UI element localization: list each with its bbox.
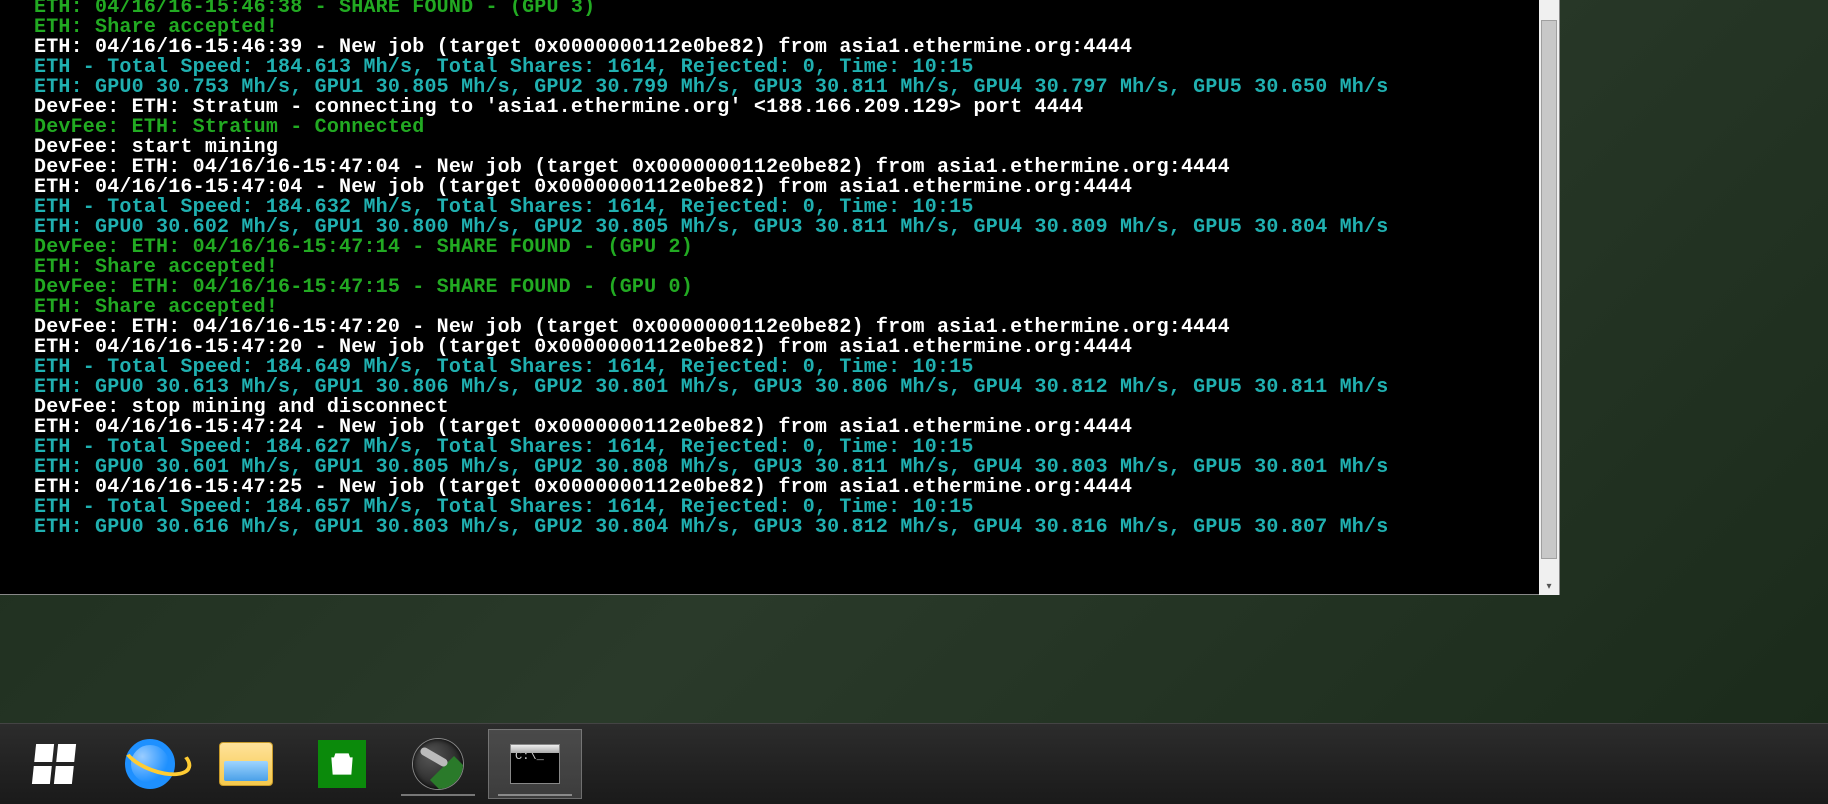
terminal-line: ETH - Total Speed: 184.632 Mh/s, Total S… [34,198,1537,218]
folder-icon [219,742,273,786]
ie-button[interactable] [104,730,196,798]
globe-arrow-icon [413,739,463,789]
store-icon [318,740,366,788]
desktop-gap [0,595,1828,723]
store-button[interactable] [296,730,388,798]
terminal-line: ETH: 04/16/16-15:47:04 - New job (target… [34,178,1537,198]
explorer-button[interactable] [200,730,292,798]
terminal-line: ETH: GPU0 30.616 Mh/s, GPU1 30.803 Mh/s,… [34,518,1537,538]
terminal-line: ETH: GPU0 30.602 Mh/s, GPU1 30.800 Mh/s,… [34,218,1537,238]
start-button[interactable] [8,730,100,798]
terminal-output[interactable]: ETH: 04/16/16-15:46:38 - SHARE FOUND - (… [34,0,1537,584]
terminal-line: ETH - Total Speed: 184.649 Mh/s, Total S… [34,358,1537,378]
terminal-line: DevFee: ETH: 04/16/16-15:47:04 - New job… [34,158,1537,178]
terminal-line: ETH: GPU0 30.601 Mh/s, GPU1 30.805 Mh/s,… [34,458,1537,478]
cmd-icon: C:\_ [510,744,560,784]
terminal-line: DevFee: stop mining and disconnect [34,398,1537,418]
terminal-line: ETH: GPU0 30.753 Mh/s, GPU1 30.805 Mh/s,… [34,78,1537,98]
windows-icon [34,744,74,784]
terminal-line: DevFee: start mining [34,138,1537,158]
terminal-line: ETH: 04/16/16-15:46:39 - New job (target… [34,38,1537,58]
console-window: ETH: 04/16/16-15:46:38 - SHARE FOUND - (… [0,0,1560,595]
terminal-line: ETH: Share accepted! [34,258,1537,278]
terminal-line: ETH: 04/16/16-15:47:20 - New job (target… [34,338,1537,358]
app-button[interactable] [392,730,484,798]
vertical-scrollbar[interactable]: ▾ [1539,0,1559,595]
terminal-line: ETH - Total Speed: 184.613 Mh/s, Total S… [34,58,1537,78]
cmd-button[interactable]: C:\_ [488,729,582,799]
terminal-line: ETH: Share accepted! [34,18,1537,38]
terminal-line: DevFee: ETH: 04/16/16-15:47:20 - New job… [34,318,1537,338]
terminal-line: ETH: 04/16/16-15:47:25 - New job (target… [34,478,1537,498]
terminal-line: ETH: 04/16/16-15:47:24 - New job (target… [34,418,1537,438]
terminal-line: ETH: Share accepted! [34,298,1537,318]
scrollbar-thumb[interactable] [1541,20,1557,559]
terminal-line: ETH: GPU0 30.613 Mh/s, GPU1 30.806 Mh/s,… [34,378,1537,398]
terminal-line: DevFee: ETH: 04/16/16-15:47:14 - SHARE F… [34,238,1537,258]
terminal-line: DevFee: ETH: 04/16/16-15:47:15 - SHARE F… [34,278,1537,298]
terminal-line: DevFee: ETH: Stratum - connecting to 'as… [34,98,1537,118]
taskbar: C:\_ [0,723,1828,804]
ie-icon [125,739,175,789]
terminal-line: DevFee: ETH: Stratum - Connected [34,118,1537,138]
terminal-line: ETH - Total Speed: 184.657 Mh/s, Total S… [34,498,1537,518]
terminal-line: ETH - Total Speed: 184.627 Mh/s, Total S… [34,438,1537,458]
scroll-down-button[interactable]: ▾ [1539,577,1559,595]
